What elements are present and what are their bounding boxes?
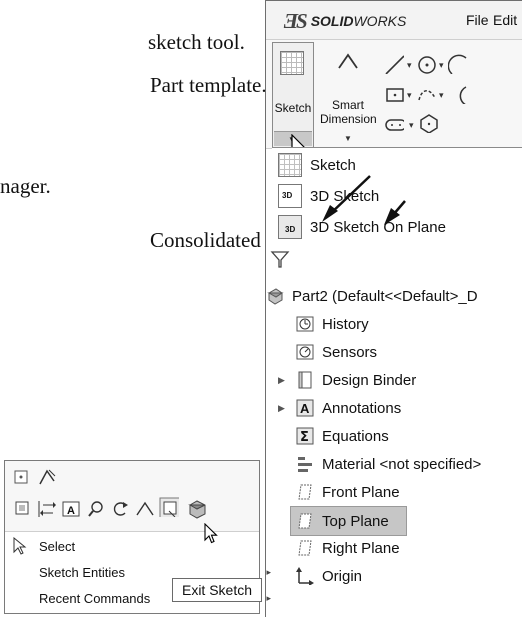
plane-icon (296, 483, 314, 501)
tree-item-label: Origin (322, 567, 363, 585)
smart-dimension-icon-2[interactable] (135, 499, 155, 519)
tree-root-label: Part2 (Default<<Default>_D (292, 287, 478, 305)
sensors-icon (296, 343, 314, 361)
tree-item-material[interactable]: Material <not specified> (266, 450, 522, 478)
expand-arrow-icon[interactable]: ▶ (278, 375, 288, 386)
tree-item-label: Material <not specified> (322, 455, 482, 473)
solidworks-window: ƎS SOLIDWORKS File Edit Sketch ▼ Smart D… (265, 0, 522, 617)
context-item-select-label: Select (39, 538, 76, 554)
tree-item-label: History (322, 315, 369, 333)
plane-icon (296, 539, 314, 557)
tree-item-label: Front Plane (322, 483, 400, 501)
tree-item-equations[interactable]: Σ Equations (266, 422, 522, 450)
feature-manager-tree: Part2 (Default<<Default>_D History Senso… (266, 274, 522, 617)
tree-item-history[interactable]: History (266, 310, 522, 338)
sketch-small-icon[interactable] (13, 469, 33, 489)
rotate-icon[interactable] (111, 499, 131, 519)
context-item-sketch-entities-label: Sketch Entities (39, 564, 125, 580)
tree-item-design-binder[interactable]: ▶ Design Binder (266, 366, 522, 394)
tree-root-part[interactable]: Part2 (Default<<Default>_D (266, 282, 522, 310)
filter-icon (270, 251, 290, 268)
annotations-icon: A (296, 399, 314, 417)
history-icon (296, 315, 314, 333)
book-line-4: Consolidated (150, 228, 261, 252)
tree-item-label: Annotations (322, 399, 402, 417)
tree-item-label: Right Plane (322, 539, 400, 557)
arrow-cursor-icon (204, 523, 218, 544)
mirror-icon[interactable] (37, 499, 57, 519)
expand-arrow-icon[interactable]: ▶ (278, 403, 288, 414)
submenu-arrow-icon: ▸ (266, 566, 271, 577)
part-icon (266, 287, 284, 305)
book-line-1: sketch tool. (148, 30, 245, 54)
tree-item-label: Top Plane (322, 512, 389, 530)
book-line-3: nager. (0, 174, 51, 198)
tree-item-front-plane[interactable]: Front Plane (266, 478, 522, 506)
context-toolbar: A (5, 461, 259, 532)
tree-item-label: Design Binder (322, 371, 417, 389)
svg-text:A: A (67, 505, 75, 517)
plane-icon (296, 512, 314, 530)
context-item-select[interactable]: Select (5, 533, 259, 559)
design-binder-icon (296, 371, 314, 389)
text-icon[interactable]: A (61, 499, 81, 519)
svg-text:A: A (300, 401, 310, 416)
feature-tree-filter[interactable] (266, 244, 522, 275)
zoom-icon[interactable] (87, 499, 107, 519)
tree-item-label: Equations (322, 427, 389, 445)
select-arrow-icon (13, 537, 27, 555)
exit-sketch-tooltip: Exit Sketch (172, 578, 262, 602)
tree-item-right-plane[interactable]: Right Plane (266, 534, 522, 562)
exit-sketch-icon[interactable] (159, 497, 179, 517)
book-line-2: Part template. (150, 73, 267, 97)
context-item-recent-commands-label: Recent Commands (39, 590, 151, 606)
svg-text:Σ: Σ (300, 430, 309, 445)
material-icon (296, 455, 314, 473)
tree-item-label: Sensors (322, 343, 378, 361)
tree-item-origin[interactable]: Origin (266, 562, 522, 590)
tree-item-annotations[interactable]: ▶ A Annotations (266, 394, 522, 422)
submenu-arrow-icon: ▸ (266, 592, 271, 603)
tree-item-sensors[interactable]: Sensors (266, 338, 522, 366)
part-icon[interactable] (187, 499, 207, 519)
origin-icon (296, 567, 314, 586)
equations-icon: Σ (296, 427, 314, 445)
tree-item-top-plane[interactable]: Top Plane (290, 506, 407, 536)
view-icon[interactable] (13, 499, 33, 519)
smart-dimension-icon[interactable] (37, 467, 57, 487)
